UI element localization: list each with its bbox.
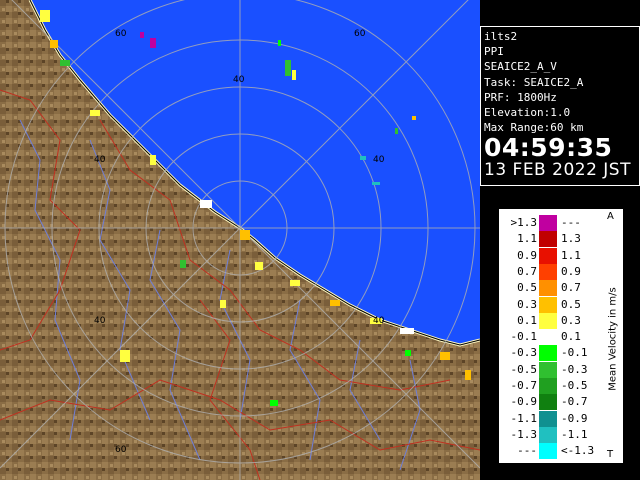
radar-info-panel: ilts2 PPI SEAICE2_A_V Task: SEAICE2_A PR…: [480, 26, 640, 186]
legend-row: --- <-1.3: [499, 443, 603, 460]
legend-row-max: 0.9: [561, 264, 581, 278]
prf-value: PRF: 1800Hz: [484, 90, 557, 104]
legend-row-min: -0.9: [510, 395, 538, 409]
legend-row-min: 0.3: [517, 297, 537, 311]
elevation-value: Elevation:1.0: [484, 106, 571, 120]
legend-row-max: -0.1: [561, 346, 588, 360]
legend-row-max: -0.5: [561, 379, 588, 392]
legend-row: -0.7 -0.5: [499, 378, 603, 394]
legend-row-max: <-1.3: [561, 444, 595, 458]
velocity-legend: >1.3 --- 1.1 1.3 0.9 1.1 0.7 0.9 0.5 0.7 0.3 0.5 0.1…: [498, 208, 624, 464]
legend-row: -0.9 -0.7: [499, 394, 603, 411]
ring-label-40-se: 40: [373, 316, 385, 326]
ring-label-60-s: 60: [115, 445, 127, 455]
legend-row-max: 0.1: [561, 330, 581, 344]
legend-row-max: 0.7: [561, 281, 581, 295]
ring-label-40-n: 40: [233, 75, 245, 85]
legend-row-max: -0.7: [561, 395, 588, 409]
legend-row-min: -1.1: [510, 411, 538, 425]
legend-row-min: 0.9: [517, 248, 537, 262]
legend-row-max: -0.3: [561, 362, 588, 376]
legend-row-swatch: [539, 312, 557, 329]
legend-row-swatch: [539, 247, 557, 264]
legend-row: -0.5 -0.3: [499, 361, 603, 378]
scan-type: PPI: [484, 45, 504, 59]
legend-row-swatch: [539, 263, 557, 280]
legend-row: -1.3 -1.1: [499, 426, 603, 443]
legend-row-min: >1.3: [510, 216, 538, 229]
legend-title-box: Mean Velocity in m/s: [603, 219, 623, 459]
legend-row-max: ---: [561, 216, 581, 229]
legend-row: 0.1 0.3: [499, 312, 603, 329]
legend-row-max: 0.5: [561, 297, 581, 311]
ring-label-40-e: 40: [373, 155, 385, 165]
legend-title: Mean Velocity in m/s: [607, 287, 619, 391]
legend-row-swatch: [539, 394, 557, 411]
legend-row-max: 0.3: [561, 313, 581, 327]
legend-row-min: -1.3: [510, 427, 538, 441]
ring-label-40-w: 40: [94, 155, 106, 165]
legend-row: >1.3 ---: [499, 215, 603, 231]
legend-row-min: 0.5: [517, 281, 537, 295]
legend-row-max: 1.1: [561, 248, 581, 262]
legend-row-swatch: [539, 443, 557, 460]
ring-label-40-sw: 40: [94, 316, 106, 326]
legend-row: -0.3 -0.1: [499, 345, 603, 362]
radar-map[interactable]: 60 60 40 40 40 40 40 60: [0, 0, 480, 480]
legend-row-max: 1.3: [561, 232, 581, 246]
legend-row-swatch: [539, 410, 557, 427]
legend-row-swatch: [539, 426, 557, 443]
legend-row-min: -0.7: [510, 379, 538, 392]
legend-row-min: -0.3: [510, 346, 538, 360]
legend-row-max: -1.1: [561, 427, 588, 441]
product-name: SEAICE2_A_V: [484, 60, 557, 74]
legend-row: 0.5 0.7: [499, 280, 603, 297]
legend-row-min: -0.5: [510, 362, 538, 376]
task-name: Task: SEAICE2_A: [484, 75, 584, 89]
legend-row-swatch: [539, 378, 557, 394]
legend-row-min: -0.1: [510, 330, 538, 344]
ring-label-60-ne: 60: [354, 29, 366, 39]
legend-row: 0.3 0.5: [499, 296, 603, 313]
legend-row-min: ---: [517, 444, 537, 458]
ring-label-60-nw: 60: [115, 29, 127, 39]
legend-row-swatch: [539, 231, 557, 248]
legend-row-min: 0.1: [517, 313, 537, 327]
legend-row-swatch: [539, 215, 557, 231]
radar-map-svg: 60 60 40 40 40 40 40 60: [0, 0, 480, 480]
legend-row: -0.1 0.1: [499, 329, 603, 346]
scan-time: 04:59:35: [484, 133, 613, 163]
legend-row: -1.1 -0.9: [499, 410, 603, 427]
legend-row-swatch: [539, 296, 557, 313]
legend-row-min: 0.7: [517, 264, 537, 278]
legend-row-min: 1.1: [517, 232, 537, 246]
legend-row: 0.7 0.9: [499, 263, 603, 280]
legend-row: 0.9 1.1: [499, 247, 603, 264]
scan-date: 13 FEB 2022 JST: [484, 160, 631, 181]
legend-row-swatch: [539, 280, 557, 297]
legend-row-swatch: [539, 329, 557, 346]
legend-row-swatch: [539, 361, 557, 378]
legend-row-swatch: [539, 345, 557, 362]
site-name: ilts2: [484, 30, 518, 43]
legend-row-max: -0.9: [561, 411, 588, 425]
legend-row: 1.1 1.3: [499, 231, 603, 248]
legend-bottom-marker: T: [607, 449, 614, 460]
